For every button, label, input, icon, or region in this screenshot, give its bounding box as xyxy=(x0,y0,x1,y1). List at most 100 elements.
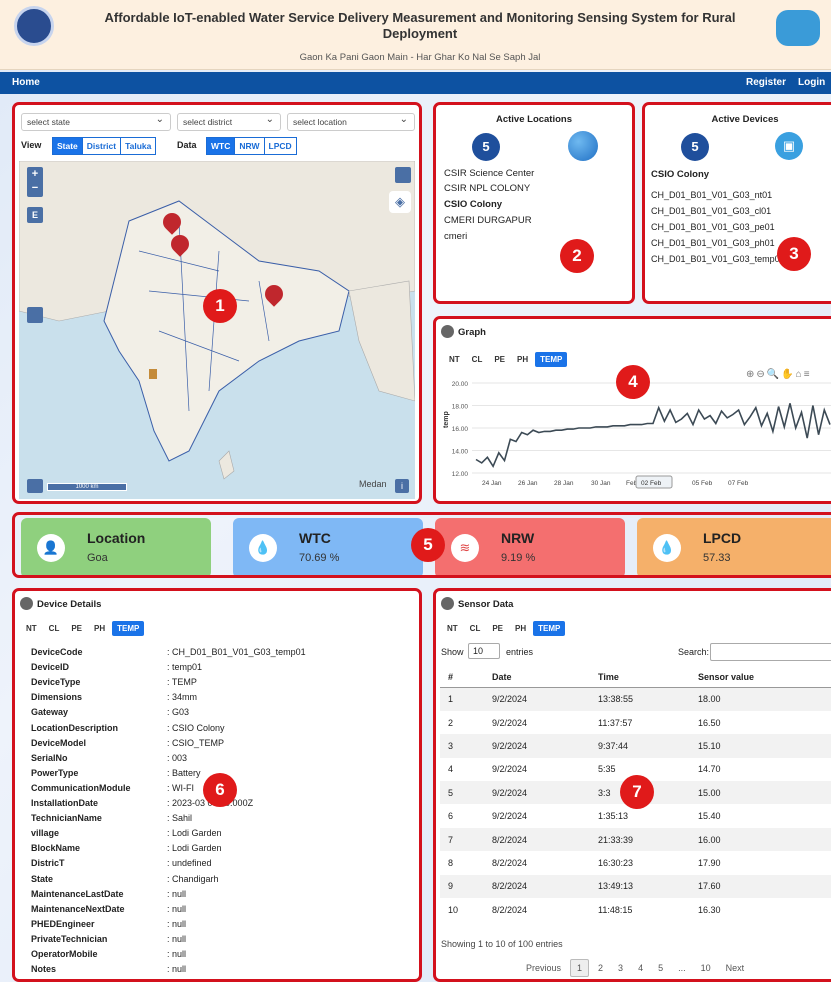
detail-value: : null xyxy=(167,964,187,975)
col-index[interactable]: # xyxy=(440,667,484,688)
device-item[interactable]: CH_D01_B01_V01_G03_nt01 xyxy=(651,190,772,200)
detail-value: : undefined xyxy=(167,858,212,869)
table-cell: 16.00 xyxy=(690,827,831,852)
tab-cl[interactable]: CL xyxy=(44,621,65,636)
detail-value: : temp01 xyxy=(167,662,203,673)
graph-title: Graph xyxy=(458,327,486,338)
tab-pe[interactable]: PE xyxy=(489,352,510,367)
page-5[interactable]: 5 xyxy=(652,960,669,976)
col-date[interactable]: Date xyxy=(484,667,590,688)
col-sensor-value[interactable]: Sensor value xyxy=(690,667,831,688)
page-2[interactable]: 2 xyxy=(592,960,609,976)
table-cell: 9/2/2024 xyxy=(484,781,590,805)
tab-ph[interactable]: PH xyxy=(89,621,110,636)
location-item[interactable]: CSIR Science Center xyxy=(444,168,534,179)
active-devices-count: 5 xyxy=(681,133,709,161)
device-details-panel: Device Details NT CL PE PH TEMP DeviceCode: … xyxy=(12,588,422,982)
list-icon[interactable] xyxy=(27,479,43,493)
detail-value: : null xyxy=(167,933,187,944)
table-row[interactable]: 3 9/2/2024 9:37:44 15.10 xyxy=(440,734,831,758)
data-lpcd-button[interactable]: LPCD xyxy=(263,137,297,155)
col-time[interactable]: Time xyxy=(590,667,690,688)
temp-series-line xyxy=(475,403,831,469)
draw-icon[interactable] xyxy=(395,167,411,183)
tab-nt[interactable]: NT xyxy=(442,621,463,636)
page-10[interactable]: 10 xyxy=(695,960,717,976)
y-axis-label: temp xyxy=(443,411,450,428)
entries-select[interactable]: 10 xyxy=(468,643,500,659)
detail-key: CommunicationModule xyxy=(31,782,131,793)
tab-pe[interactable]: PE xyxy=(66,621,87,636)
summary-panel: 👤 Location Goa 💧 WTC 70.69 % ≋ NRW 9.19 … xyxy=(12,512,831,578)
table-cell: 15.00 xyxy=(690,781,831,805)
tab-temp[interactable]: TEMP xyxy=(112,621,145,636)
detail-value: : CSIO_TEMP xyxy=(167,737,225,748)
table-row[interactable]: 7 8/2/2024 21:33:39 16.00 xyxy=(440,827,831,852)
table-row[interactable]: 8 8/2/2024 16:30:23 17.90 xyxy=(440,851,831,874)
table-row[interactable]: 9 8/2/2024 13:49:13 17.60 xyxy=(440,874,831,899)
wtc-card-value: 70.69 % xyxy=(299,552,340,564)
device-detail-row: DistricT: undefined xyxy=(31,858,419,873)
location-item[interactable]: CMERI DURGAPUR xyxy=(444,215,532,226)
device-item[interactable]: CH_D01_B01_V01_G03_cl01 xyxy=(651,206,771,216)
search-input[interactable] xyxy=(710,643,831,661)
view-district-button[interactable]: District xyxy=(81,137,122,155)
tab-temp[interactable]: TEMP xyxy=(535,352,568,367)
data-nrw-button[interactable]: NRW xyxy=(234,137,265,155)
location-select[interactable]: select location xyxy=(287,113,415,131)
marker-small-icon[interactable] xyxy=(149,369,157,379)
detail-key: PrivateTechnician xyxy=(31,933,108,944)
info-icon[interactable]: i xyxy=(395,479,409,493)
device-item[interactable]: CH_D01_B01_V01_G03_temp01 xyxy=(651,254,785,264)
tab-cl[interactable]: CL xyxy=(467,352,488,367)
detail-value: : null xyxy=(167,949,187,959)
view-taluka-button[interactable]: Taluka xyxy=(120,137,157,155)
map-view[interactable]: + − E 1000 km ◈ Medan i xyxy=(19,161,415,499)
layers-icon[interactable]: ◈ xyxy=(389,191,411,213)
nav-register[interactable]: Register xyxy=(746,77,786,88)
page-1[interactable]: 1 xyxy=(570,959,590,977)
table-row[interactable]: 10 8/2/2024 11:48:15 16.30 xyxy=(440,898,831,921)
device-item[interactable]: CH_D01_B01_V01_G03_pe01 xyxy=(651,222,775,232)
page-next[interactable]: Next xyxy=(720,960,751,976)
tab-ph[interactable]: PH xyxy=(510,621,531,636)
table-cell: 13:49:13 xyxy=(590,874,690,899)
tab-pe[interactable]: PE xyxy=(487,621,508,636)
table-cell: 2 xyxy=(448,717,454,728)
table-cell: 9/2/2024 xyxy=(492,717,528,728)
detail-value: : TEMP xyxy=(167,677,197,688)
location-item[interactable]: cmeri xyxy=(444,231,467,242)
tab-nt[interactable]: NT xyxy=(444,352,465,367)
tab-nt[interactable]: NT xyxy=(21,621,42,636)
y-tick-label: 16.00 xyxy=(452,426,469,433)
table-cell: 11:48:15 xyxy=(598,904,633,915)
district-select[interactable]: select district xyxy=(177,113,281,131)
data-wtc-button[interactable]: WTC xyxy=(206,137,236,155)
zoom-control[interactable]: + − xyxy=(27,167,43,197)
table-row[interactable]: 2 9/2/2024 11:37:57 16.50 xyxy=(440,711,831,734)
tab-temp[interactable]: TEMP xyxy=(533,621,566,636)
nav-home[interactable]: Home xyxy=(12,77,40,88)
location-item-selected[interactable]: CSIO Colony xyxy=(444,199,502,210)
page-3[interactable]: 3 xyxy=(612,960,629,976)
state-select[interactable]: select state xyxy=(21,113,171,131)
detail-key: TechnicianName xyxy=(31,813,102,824)
device-location-label: CSIO Colony xyxy=(651,169,710,180)
tab-ph[interactable]: PH xyxy=(512,352,533,367)
location-item[interactable]: CSIR NPL COLONY xyxy=(444,183,530,194)
nav-login[interactable]: Login xyxy=(798,77,825,88)
view-state-button[interactable]: State xyxy=(52,137,83,155)
sensor-data-tabs: NT CL PE PH TEMP xyxy=(442,621,567,636)
device-detail-row: LocationDescription: CSIO Colony xyxy=(31,723,419,738)
device-item[interactable]: CH_D01_B01_V01_G03_ph01 xyxy=(651,238,775,248)
tab-cl[interactable]: CL xyxy=(465,621,486,636)
table-cell: 17.90 xyxy=(698,857,721,868)
sidebar-toggle-icon[interactable] xyxy=(27,307,43,323)
page-4[interactable]: 4 xyxy=(632,960,649,976)
page-previous[interactable]: Previous xyxy=(520,960,567,976)
map-attribution: Medan xyxy=(359,479,387,489)
layer-e-button[interactable]: E xyxy=(27,207,43,223)
detail-key: State xyxy=(31,873,54,884)
table-row[interactable]: 1 9/2/2024 13:38:55 18.00 xyxy=(440,687,831,711)
device-detail-row: DeviceCode: CH_D01_B01_V01_G03_temp01 xyxy=(31,647,419,662)
